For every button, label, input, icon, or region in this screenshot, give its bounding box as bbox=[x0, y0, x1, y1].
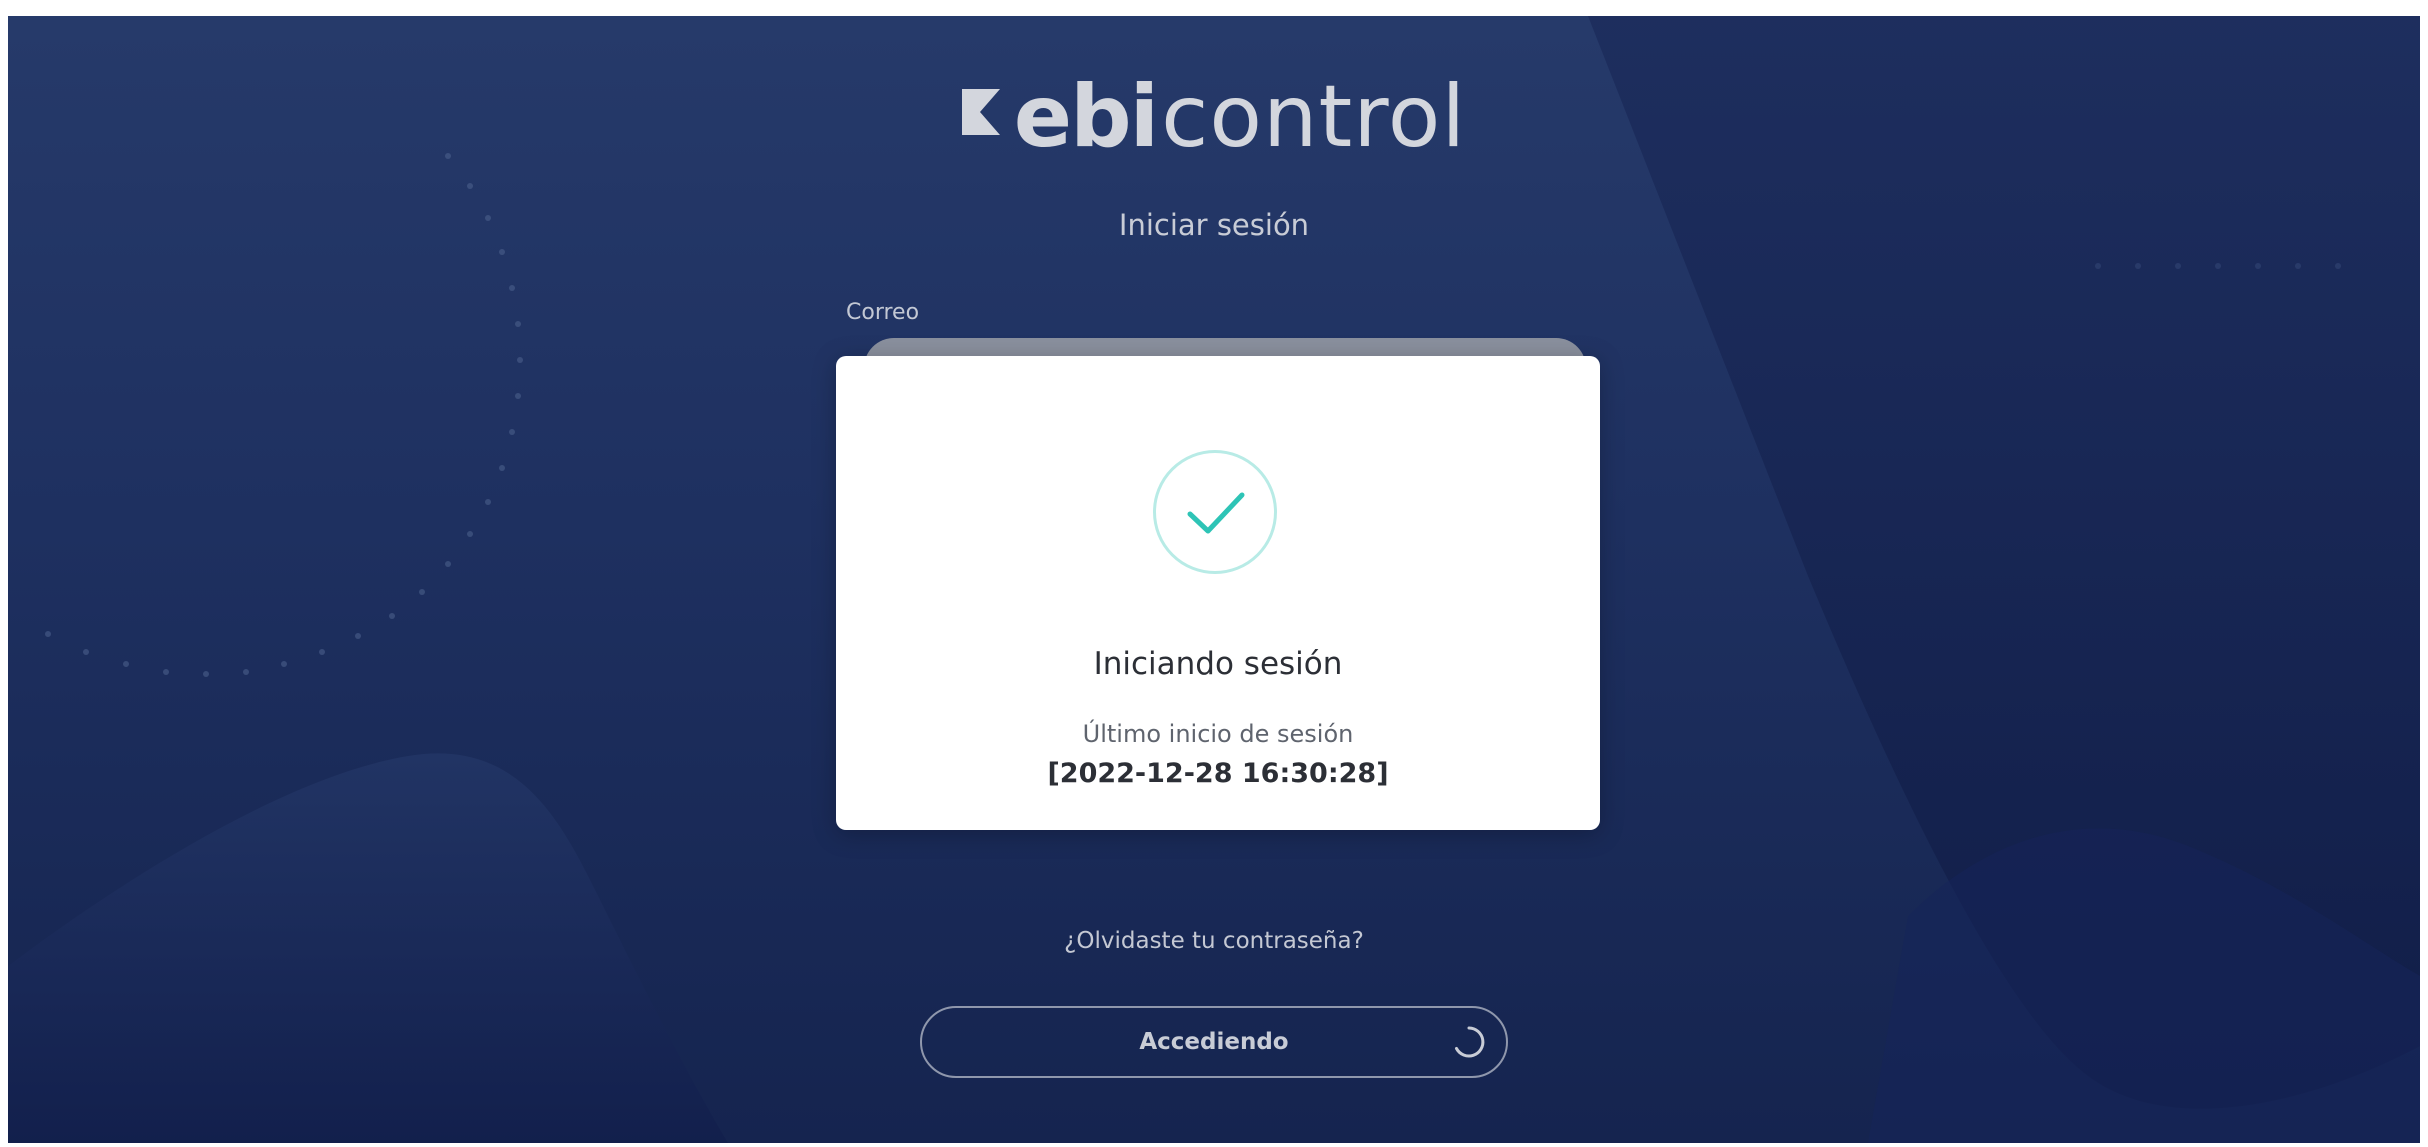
logo-mark-icon bbox=[961, 89, 1000, 135]
last-login-timestamp: [2022-12-28 16:30:28] bbox=[1047, 758, 1389, 789]
forgot-password-link[interactable]: ¿Olvidaste tu contraseña? bbox=[8, 928, 2420, 954]
login-button-label: Accediendo bbox=[1139, 1029, 1289, 1055]
email-label: Correo bbox=[846, 300, 920, 325]
login-button[interactable]: Accediendo bbox=[920, 1006, 1508, 1078]
loading-spinner-icon bbox=[1455, 1026, 1485, 1058]
success-check-circle bbox=[1153, 450, 1277, 574]
checkmark-icon bbox=[1187, 492, 1245, 534]
modal-title: Iniciando sesión bbox=[1093, 646, 1343, 682]
logo-text-light: control bbox=[1161, 67, 1467, 167]
app-logo: ebicontrol bbox=[8, 62, 2420, 172]
login-success-modal: Iniciando sesión Último inicio de sesión… bbox=[836, 356, 1600, 830]
last-login-label: Último inicio de sesión bbox=[1082, 720, 1354, 748]
login-screen: ebicontrol Iniciar sesión Correo ¿Olvida… bbox=[8, 16, 2420, 1143]
page-title: Iniciar sesión bbox=[1118, 208, 1310, 242]
logo-text-bold: ebi bbox=[1013, 67, 1159, 167]
